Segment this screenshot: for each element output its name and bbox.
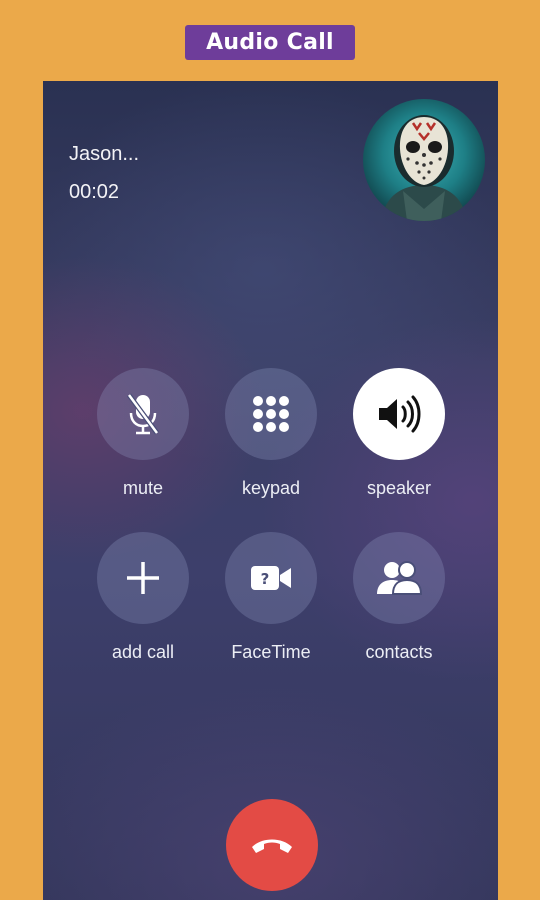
mute-circle[interactable] — [97, 368, 189, 460]
call-timer: 00:02 — [69, 181, 120, 203]
contacts-circle[interactable] — [353, 532, 445, 624]
facetime-button[interactable]: ? FaceTime — [206, 532, 336, 672]
facetime-label: FaceTime — [231, 642, 311, 662]
call-screen: Jason... 00:02 mute keypad speaker add c… — [43, 81, 498, 900]
keypad-icon — [253, 396, 289, 432]
svg-text:?: ? — [261, 570, 270, 588]
facetime-circle[interactable]: ? — [225, 532, 317, 624]
video-camera-icon: ? — [251, 566, 291, 590]
add-call-label: add call — [111, 642, 175, 662]
speaker-icon — [379, 395, 421, 433]
mic-off-icon — [126, 393, 160, 435]
keypad-button[interactable]: keypad — [206, 368, 336, 508]
audio-call-badge: Audio Call — [185, 25, 355, 60]
keypad-label: keypad — [241, 478, 301, 498]
caller-name: Jason... — [69, 143, 140, 165]
keypad-circle[interactable] — [225, 368, 317, 460]
hockey-mask-portrait-icon — [381, 115, 467, 221]
end-call-button[interactable] — [226, 799, 318, 891]
mute-button[interactable]: mute — [78, 368, 208, 508]
contacts-icon — [377, 561, 423, 595]
contacts-button[interactable]: contacts — [334, 532, 464, 672]
speaker-circle[interactable] — [353, 368, 445, 460]
add-call-button[interactable]: add call — [78, 532, 208, 672]
speaker-button[interactable]: speaker — [334, 368, 464, 508]
caller-avatar — [363, 99, 485, 221]
speaker-label: speaker — [366, 478, 432, 498]
mute-label: mute — [122, 478, 164, 498]
hang-up-icon — [252, 839, 292, 853]
contacts-label: contacts — [365, 642, 433, 662]
add-call-circle[interactable] — [97, 532, 189, 624]
plus-icon — [127, 562, 159, 594]
